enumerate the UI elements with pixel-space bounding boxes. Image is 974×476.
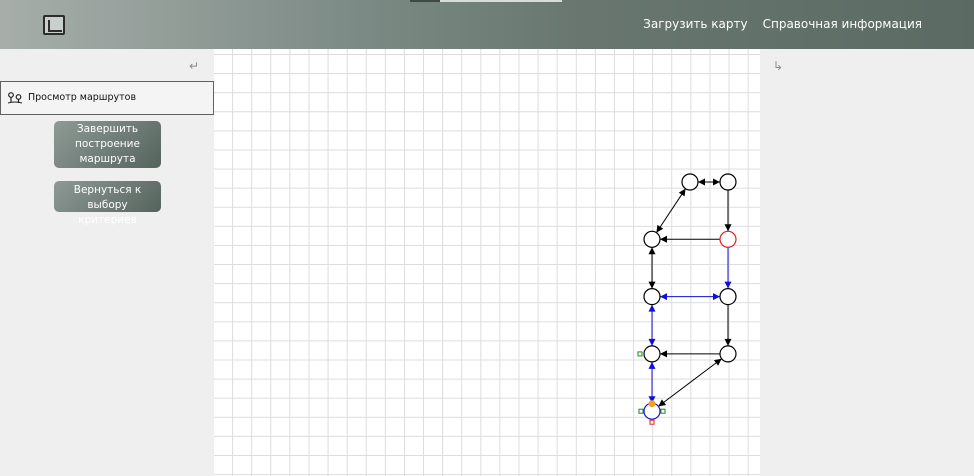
edge-arrowhead [698, 178, 705, 186]
edge-arrowhead [678, 188, 686, 197]
resize-handle-left [638, 408, 644, 414]
graph-edge-H-I [658, 358, 722, 407]
header-bar: Загрузить карту Справочная информация [0, 0, 974, 49]
graph-edge-A-C [656, 188, 686, 233]
edge-arrowhead [660, 293, 667, 301]
top-navigation: Загрузить карту Справочная информация [643, 17, 922, 31]
back-to-criteria-button[interactable]: Вернуться к выбору критериев [54, 181, 161, 226]
graph-node-H[interactable] [719, 345, 737, 363]
active-tab-indicator [410, 0, 562, 2]
edge-arrowhead [658, 399, 667, 407]
edge-arrowhead [724, 224, 732, 232]
edge-arrowhead [724, 281, 732, 289]
graph-node-F[interactable] [719, 288, 737, 306]
help-info-link[interactable]: Справочная информация [763, 17, 922, 31]
edge-arrowhead [713, 293, 720, 301]
edge-arrowhead [724, 338, 732, 346]
left-panel: ↵ Просмотр маршрутов Завершить построени… [0, 49, 214, 476]
graph-node-B[interactable] [719, 173, 737, 191]
resize-handle-top [648, 400, 656, 408]
edge-arrowhead [648, 281, 656, 289]
right-panel: ↳ [760, 49, 974, 476]
graph-node-C[interactable] [643, 230, 661, 248]
resize-handle-bottom [649, 419, 655, 425]
redo-icon[interactable]: ↳ [773, 59, 783, 73]
edge-arrowhead [648, 361, 656, 369]
graph-node-D[interactable] [719, 230, 737, 248]
edge-arrowhead [713, 178, 720, 186]
finish-route-button[interactable]: Завершить построение маршрута [54, 121, 161, 168]
undo-icon[interactable]: ↵ [189, 59, 199, 73]
load-map-link[interactable]: Загрузить карту [643, 17, 747, 31]
mode-label: Просмотр маршрутов [28, 92, 137, 103]
graph-node-A[interactable] [681, 173, 699, 191]
node-handle-left [637, 351, 643, 357]
route-graph[interactable] [214, 49, 760, 476]
edge-arrowhead [648, 338, 656, 346]
edge-arrowhead [656, 224, 664, 233]
edge-arrowhead [648, 247, 656, 255]
edge-arrowhead [713, 358, 722, 366]
map-logo-icon[interactable] [43, 15, 65, 35]
mode-selector[interactable]: Просмотр маршрутов [0, 81, 214, 115]
graph-node-E[interactable] [643, 288, 661, 306]
resize-handle-right [660, 408, 666, 414]
edge-arrowhead [648, 304, 656, 312]
edge-arrowhead [660, 350, 667, 358]
edge-arrowhead [660, 235, 667, 243]
route-pins-icon [7, 92, 23, 104]
map-canvas[interactable] [214, 49, 760, 476]
graph-node-G[interactable] [643, 345, 661, 363]
